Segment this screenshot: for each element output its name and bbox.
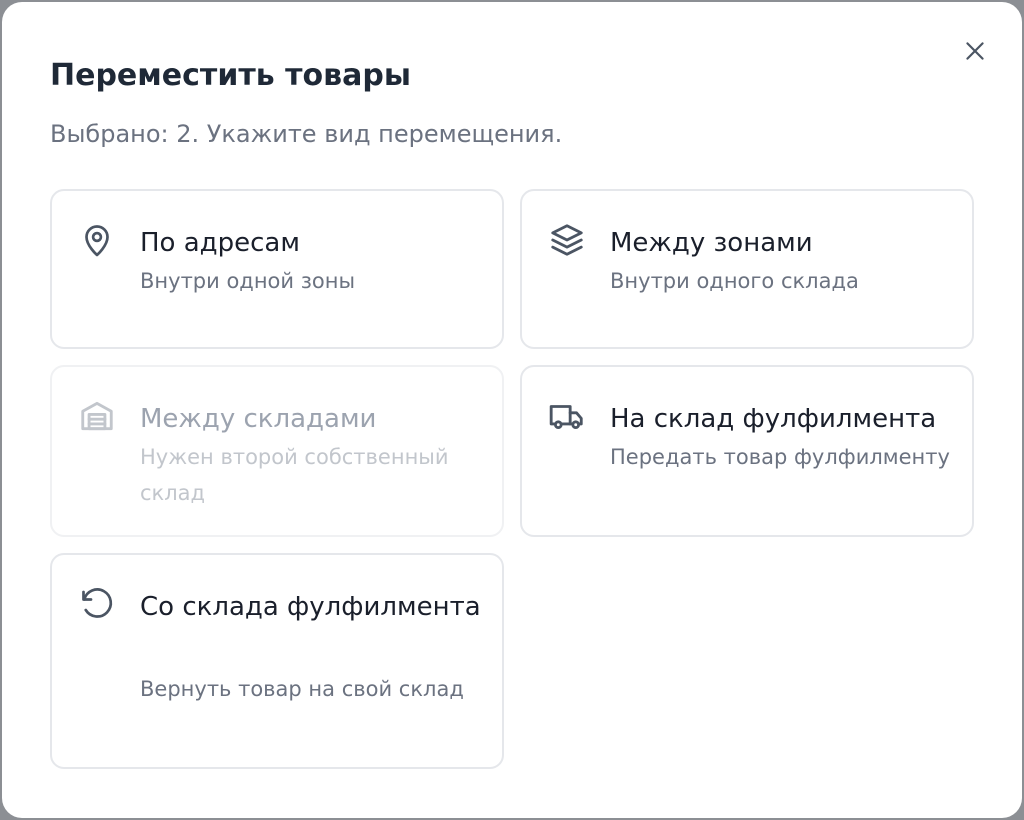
option-between-zones[interactable]: Между зонами Внутри одного склада	[520, 189, 974, 349]
option-description: Внутри одного склада	[610, 269, 859, 293]
option-title: На склад фулфилмента	[610, 404, 937, 434]
option-to-fulfillment[interactable]: На склад фулфилмента Передать товар фулф…	[520, 365, 974, 537]
option-description: Нужен второй собственный склад	[140, 445, 449, 505]
option-description: Внутри одной зоны	[140, 269, 356, 293]
option-from-fulfillment[interactable]: Со склада фулфилмента Вернуть товар на с…	[50, 553, 504, 769]
close-icon	[966, 42, 984, 60]
map-pin-icon	[78, 221, 116, 259]
modal-title: Переместить товары	[50, 58, 411, 93]
option-title: Со склада фулфилмента	[140, 592, 481, 622]
warehouse-icon	[78, 397, 116, 435]
option-description: Передать товар фулфилменту	[610, 445, 950, 469]
move-goods-modal: Переместить товары Выбрано: 2. Укажите в…	[2, 2, 1022, 818]
truck-icon	[548, 397, 586, 435]
option-title: Между зонами	[610, 228, 813, 258]
option-description: Вернуть товар на свой склад	[140, 677, 464, 701]
rotate-ccw-icon	[78, 585, 116, 623]
layers-icon	[548, 221, 586, 259]
option-title: Между складами	[140, 404, 377, 434]
close-button[interactable]	[960, 36, 990, 66]
option-title: По адресам	[140, 228, 300, 258]
option-by-addresses[interactable]: По адресам Внутри одной зоны	[50, 189, 504, 349]
option-between-warehouses: Между складами Нужен второй собственный …	[50, 365, 504, 537]
modal-subtitle: Выбрано: 2. Укажите вид перемещения.	[50, 120, 563, 148]
